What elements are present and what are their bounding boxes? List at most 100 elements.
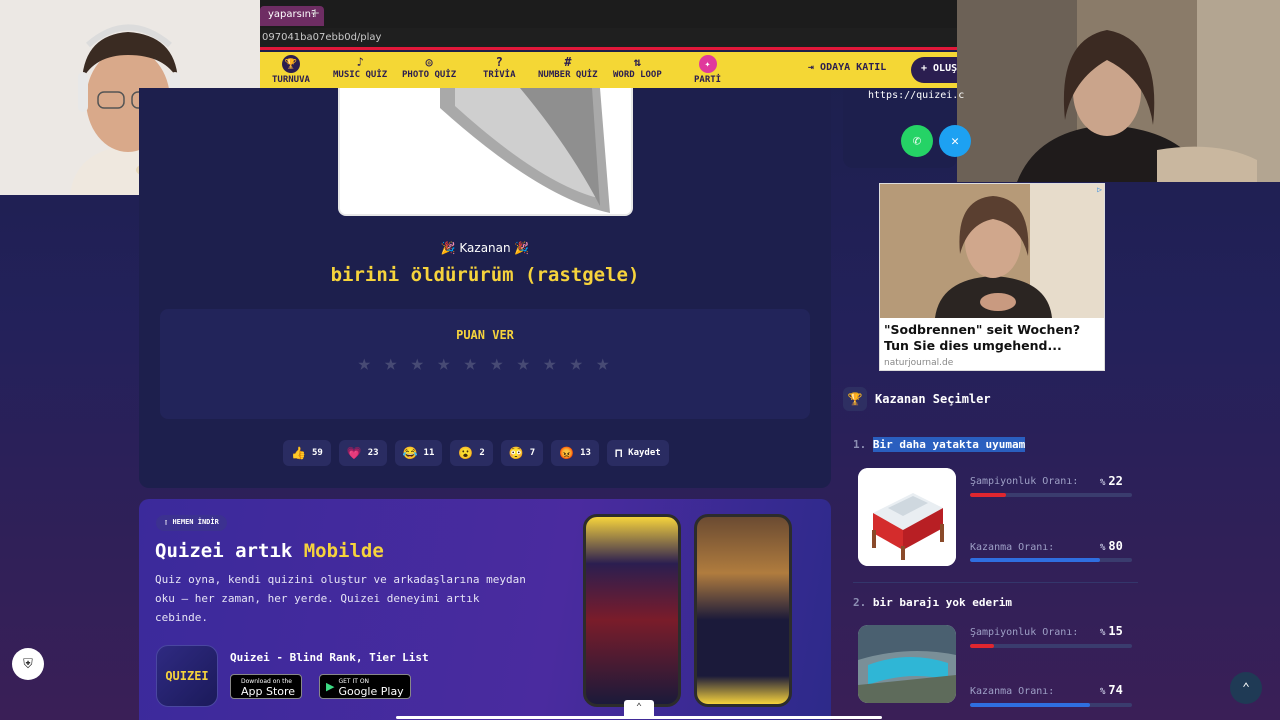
star-icon[interactable]: ★ (434, 353, 455, 375)
nav-item-parti[interactable]: ✦ PARTİ (694, 55, 721, 85)
champion-rate-fill (970, 493, 1006, 497)
winner-choices-header: 🏆 Kazanan Seçimler (843, 387, 991, 411)
wow-icon: 😮 (458, 446, 474, 460)
champion-rate-bar (970, 644, 1132, 648)
bookmark-icon: ⊓ (614, 446, 623, 460)
reaction-love-button[interactable]: 💗 23 (338, 440, 387, 466)
reaction-count: 13 (580, 448, 591, 458)
reaction-wow-button[interactable]: 😮 2 (450, 440, 493, 466)
app-store-button[interactable]: Download on the App Store (230, 674, 303, 699)
reaction-laugh-button[interactable]: 😂 11 (394, 440, 443, 466)
reaction-bar: 👍 59 💗 23 😂 11 😮 2 😳 7 😡 13 ⊓ Kaydet (283, 440, 669, 466)
percent-sign: % (1100, 478, 1106, 488)
reaction-flushed-button[interactable]: 😳 7 (500, 440, 544, 466)
angry-icon: 😡 (559, 446, 575, 460)
login-icon: ⇥ (808, 62, 821, 73)
nav-item-label: TRİVİA (483, 70, 516, 80)
star-icon[interactable]: ★ (407, 353, 428, 375)
thumbs-up-icon: 👍 (291, 446, 306, 460)
phone-mockup-left (583, 514, 681, 707)
rating-title: PUAN VER (456, 328, 514, 342)
nav-item-word-loop[interactable]: ⇅ WORD LOOP (613, 55, 662, 80)
choice-title[interactable]: 1. Bir daha yatakta uyumam (853, 437, 1026, 452)
reaction-count: 11 (423, 448, 435, 458)
ad-title: "Sodbrennen" seit Wochen? Tun Sie dies u… (884, 322, 1081, 353)
flushed-icon: 😳 (508, 446, 524, 460)
save-button[interactable]: ⊓ Kaydet (606, 440, 669, 466)
choice-rank: 1. (853, 438, 867, 451)
reaction-count: 23 (367, 448, 379, 458)
bottom-panel-handle[interactable]: ⌃ (624, 700, 654, 716)
win-rate-bar (970, 703, 1132, 707)
percent-sign: % (1100, 543, 1106, 553)
google-play-label: Google Play (338, 684, 404, 698)
choice-name: Bir daha yatakta uyumam (872, 437, 1026, 452)
nav-item-music-quiz[interactable]: ♪ MUSIC QUİZ (333, 55, 387, 80)
advertisement[interactable]: ▷ "Sodbrennen" seit Wochen? Tun Sie dies… (879, 183, 1105, 371)
nav-item-label: PARTİ (694, 75, 722, 85)
win-rate-label: Kazanma Oranı: (970, 686, 1055, 697)
win-rate-fill (970, 558, 1100, 562)
join-room-button[interactable]: ⇥ ODAYA KATIL (808, 62, 886, 73)
win-rate-bar (970, 558, 1132, 562)
reaction-count: 2 (479, 448, 485, 458)
champion-rate-value: % 15 (1100, 624, 1123, 638)
ad-choices-icon[interactable]: ▷ (1097, 185, 1102, 194)
star-rating: ★ ★ ★ ★ ★ ★ ★ ★ ★ ★ (354, 353, 613, 375)
win-rate-fill (970, 703, 1090, 707)
star-icon[interactable]: ★ (540, 353, 561, 375)
heart-icon: 💗 (346, 446, 362, 460)
promo-title-highlight: Mobilde (303, 540, 384, 562)
star-icon[interactable]: ★ (381, 353, 402, 375)
nav-item-label: PHOTO QUİZ (402, 70, 457, 80)
scroll-to-top-button[interactable]: ⌃ (1230, 672, 1262, 704)
reaction-like-button[interactable]: 👍 59 (283, 440, 331, 466)
star-icon[interactable]: ★ (354, 353, 375, 375)
section-title: Kazanan Seçimler (875, 392, 991, 406)
champion-rate-label: Şampiyonluk Oranı: (970, 627, 1079, 638)
nav-item-trivia[interactable]: ? TRİVİA (483, 55, 516, 80)
nav-item-number-quiz[interactable]: # NUMBER QUİZ (538, 55, 598, 80)
share-url[interactable]: https://quizei.c (868, 90, 964, 101)
win-rate-value: % 74 (1100, 683, 1123, 697)
hash-icon: # (564, 55, 572, 69)
address-bar[interactable]: 097041ba07ebb0d/play (260, 28, 960, 50)
reaction-angry-button[interactable]: 😡 13 (551, 440, 599, 466)
winner-title: birini öldürürüm (rastgele) (330, 264, 640, 286)
champion-rate-value: % 22 (1100, 474, 1123, 488)
party-icon: ✦ (698, 55, 717, 73)
top-navigation: 🏆 TURNUVA ♪ MUSIC QUİZ ◎ PHOTO QUİZ ? TR… (260, 52, 971, 88)
play-icon: ▶ (326, 680, 335, 693)
whatsapp-icon: ✆ (912, 133, 922, 149)
privacy-shield-button[interactable]: ⛨ (12, 648, 44, 680)
promo-description: Quiz oyna, kendi quizini oluştur ve arka… (155, 573, 526, 624)
star-icon[interactable]: ★ (513, 353, 534, 375)
choice-rank: 2. (853, 596, 867, 609)
whatsapp-share-button[interactable]: ✆ (901, 125, 933, 157)
quizei-app-icon: QUIZEI (156, 645, 218, 707)
champion-rate-number: 22 (1108, 474, 1123, 488)
new-tab-button[interactable]: + (310, 6, 320, 20)
star-icon[interactable]: ★ (460, 353, 481, 375)
nav-item-turnuva[interactable]: 🏆 TURNUVA (272, 55, 310, 85)
choice-title[interactable]: 2. bir barajı yok ederim (853, 596, 1012, 609)
reaction-count: 7 (529, 448, 536, 458)
x-icon: ✕ (951, 133, 959, 149)
google-play-button[interactable]: ▶ GET IT ON Google Play (319, 674, 411, 699)
reaction-count: 59 (311, 448, 323, 458)
nav-item-photo-quiz[interactable]: ◎ PHOTO QUİZ (402, 55, 456, 80)
promo-title-prefix: Quizei artık (155, 540, 293, 562)
save-label: Kaydet (628, 448, 661, 458)
champion-rate-number: 15 (1108, 624, 1123, 638)
music-icon: ♪ (356, 55, 364, 69)
app-store-label: App Store (241, 684, 296, 698)
x-share-button[interactable]: ✕ (939, 125, 971, 157)
camera-icon: ◎ (425, 55, 433, 69)
star-icon[interactable]: ★ (566, 353, 587, 375)
star-icon[interactable]: ★ (487, 353, 508, 375)
horizontal-scrollbar[interactable] (396, 716, 882, 719)
star-icon[interactable]: ★ (593, 353, 614, 375)
ad-source: naturjournal.de (884, 358, 954, 368)
champion-rate-fill (970, 644, 995, 648)
mobile-promo-banner: ▯ HEMEN İNDİR Quizei artık Mobilde Quiz … (139, 499, 831, 720)
